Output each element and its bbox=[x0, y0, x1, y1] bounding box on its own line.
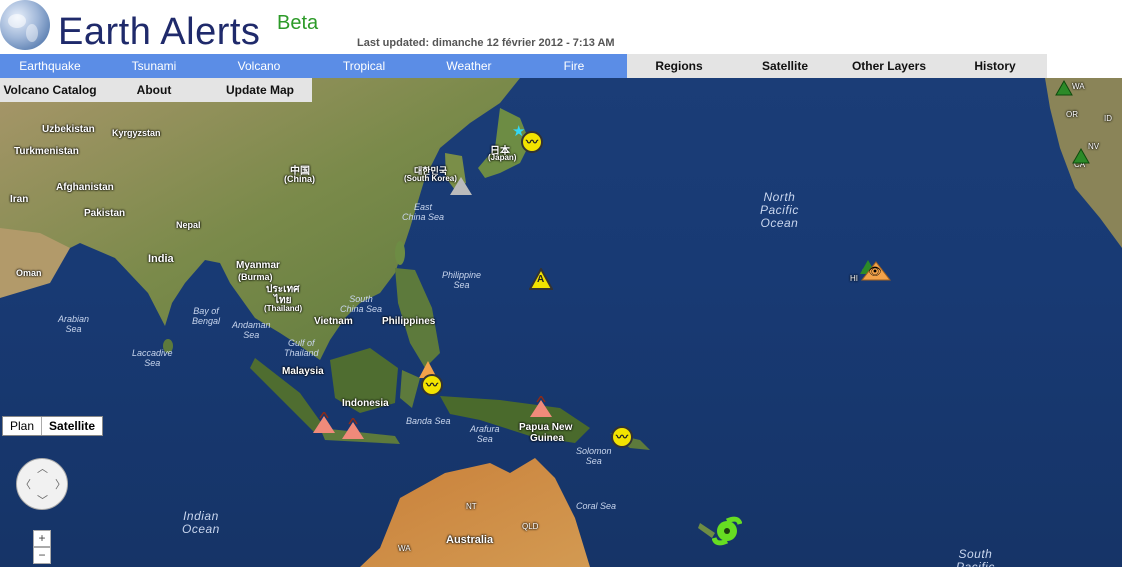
label-myanmar: Myanmar bbox=[236, 260, 280, 271]
label-id: ID bbox=[1104, 114, 1112, 123]
zoom-out-button[interactable]: − bbox=[33, 547, 51, 564]
label-malaysia: Malaysia bbox=[282, 366, 324, 377]
label-guinea: Guinea bbox=[530, 433, 564, 444]
label-china: (China) bbox=[284, 174, 315, 184]
label-arafura-sea: Arafura Sea bbox=[470, 424, 500, 444]
satellite-map-button[interactable]: Satellite bbox=[41, 417, 102, 435]
label-east-china-sea: East China Sea bbox=[402, 202, 445, 222]
tab-weather[interactable]: Weather bbox=[419, 54, 519, 78]
pan-left-icon[interactable]: 〈 bbox=[20, 476, 31, 492]
label-philippines: Philippines bbox=[382, 316, 436, 327]
label-coral-sea: Coral Sea bbox=[576, 501, 617, 511]
label-solomon-sea: Solomon Sea bbox=[576, 446, 612, 466]
sub-nav: Volcano Catalog About Update Map bbox=[0, 78, 312, 102]
volcano-marker-java-2[interactable] bbox=[341, 416, 365, 445]
tab-satellite[interactable]: Satellite bbox=[733, 54, 837, 78]
label-wa: WA bbox=[398, 544, 411, 553]
label-pakistan: Pakistan bbox=[84, 208, 126, 219]
label-south-china-sea: South China Sea bbox=[340, 294, 383, 314]
pan-down-icon[interactable]: ﹀ bbox=[37, 492, 48, 508]
tab-earthquake[interactable]: Earthquake bbox=[0, 54, 100, 78]
label-gulf-of-thailand: Gulf of Thailand bbox=[284, 338, 319, 358]
label-uzbekistan: Uzbekistan bbox=[42, 124, 95, 135]
tab-fire[interactable]: Fire bbox=[524, 54, 624, 78]
beta-label: Beta bbox=[277, 12, 319, 34]
earthquake-marker-japan[interactable]: 〰 bbox=[521, 131, 543, 153]
label-kyrgyzstan: Kyrgyzstan bbox=[112, 128, 161, 138]
earthquake-marker-solomon[interactable]: 〰 bbox=[611, 426, 633, 448]
label-andaman-sea: Andaman Sea bbox=[232, 320, 271, 340]
map-type-control: Plan Satellite bbox=[2, 416, 104, 436]
volcano-marker-hawaii[interactable]: 👁 bbox=[859, 258, 892, 287]
label-japan: (Japan) bbox=[488, 153, 517, 162]
main-nav: Earthquake Tsunami Volcano Tropical Weat… bbox=[0, 54, 1122, 78]
label-papua-new: Papua New bbox=[519, 422, 573, 433]
label-iran: Iran bbox=[10, 194, 29, 205]
volcano-marker-java-1[interactable] bbox=[312, 410, 336, 439]
zoom-in-button[interactable]: + bbox=[33, 530, 51, 547]
header: Earth Alerts Beta Last updated: dimanche… bbox=[0, 0, 1122, 54]
label-bay-of-bengal: Bay of Bengal bbox=[192, 306, 221, 326]
label-afghanistan: Afghanistan bbox=[56, 182, 114, 193]
label-hi: HI bbox=[850, 274, 858, 283]
label-oman: Oman bbox=[16, 268, 42, 278]
label-turkmenistan: Turkmenistan bbox=[14, 146, 79, 157]
pan-right-icon[interactable]: 〉 bbox=[55, 476, 66, 492]
label-north-pacific-ocean: North Pacific Ocean bbox=[760, 190, 799, 230]
alert-layer-tabs: Earthquake Tsunami Volcano Tropical Weat… bbox=[0, 54, 627, 78]
app-title: Earth Alerts bbox=[58, 11, 261, 53]
label-thailand: (Thailand) bbox=[264, 304, 303, 313]
map-landmass bbox=[0, 78, 1122, 567]
plan-map-button[interactable]: Plan bbox=[3, 417, 41, 435]
pan-control[interactable]: ︿ ﹀ 〈 〉 bbox=[16, 458, 68, 510]
label-south-pacific: South Pacific bbox=[956, 547, 995, 567]
label-australia: Australia bbox=[446, 534, 494, 546]
volcano-catalog-link[interactable]: Volcano Catalog bbox=[0, 78, 100, 102]
tab-history[interactable]: History bbox=[943, 54, 1047, 78]
label-indian-ocean: Indian Ocean bbox=[182, 509, 220, 536]
label-burma: (Burma) bbox=[238, 272, 273, 282]
label-arabian-sea: Arabian Sea bbox=[58, 314, 90, 334]
about-link[interactable]: About bbox=[104, 78, 204, 102]
volcano-marker-usa-1[interactable] bbox=[1055, 79, 1073, 101]
world-map[interactable]: Uzbekistan Kyrgyzstan Turkmenistan Afgha… bbox=[0, 78, 1122, 567]
tab-tropical[interactable]: Tropical bbox=[314, 54, 414, 78]
label-banda-sea: Banda Sea bbox=[406, 416, 451, 426]
label-wa-usa: WA bbox=[1072, 82, 1085, 91]
option-tabs: Regions Satellite Other Layers History bbox=[627, 54, 1047, 78]
tsunami-marker-letter: A bbox=[537, 274, 545, 285]
label-nepal: Nepal bbox=[176, 220, 201, 230]
label-vietnam: Vietnam bbox=[314, 316, 353, 327]
label-india: India bbox=[148, 253, 174, 265]
label-philippine-sea: Philippine Sea bbox=[442, 270, 482, 290]
tab-regions[interactable]: Regions bbox=[627, 54, 731, 78]
tropical-storm-marker[interactable] bbox=[711, 516, 743, 551]
eye-icon: 👁 bbox=[868, 266, 882, 278]
label-laccadive-sea: Laccadive Sea bbox=[132, 348, 173, 368]
label-qld: QLD bbox=[522, 522, 539, 531]
tsunami-marker[interactable]: A bbox=[528, 266, 554, 290]
volcano-marker-usa-2[interactable] bbox=[1072, 147, 1090, 169]
label-or: OR bbox=[1066, 110, 1078, 119]
last-updated-text: Last updated: dimanche 12 février 2012 -… bbox=[357, 37, 615, 49]
tab-other-layers[interactable]: Other Layers bbox=[837, 54, 941, 78]
earth-globe-icon bbox=[0, 0, 50, 50]
label-south-korea: (South Korea) bbox=[404, 174, 457, 183]
label-indonesia: Indonesia bbox=[342, 398, 389, 409]
label-nt: NT bbox=[466, 502, 477, 511]
volcano-marker-png[interactable] bbox=[529, 394, 553, 423]
tab-volcano[interactable]: Volcano bbox=[209, 54, 309, 78]
earthquake-marker-philippines[interactable]: 〰 bbox=[421, 374, 443, 396]
tab-tsunami[interactable]: Tsunami bbox=[104, 54, 204, 78]
update-map-button[interactable]: Update Map bbox=[209, 78, 311, 102]
volcano-marker-gray[interactable] bbox=[450, 177, 472, 195]
pan-up-icon[interactable]: ︿ bbox=[37, 460, 48, 476]
